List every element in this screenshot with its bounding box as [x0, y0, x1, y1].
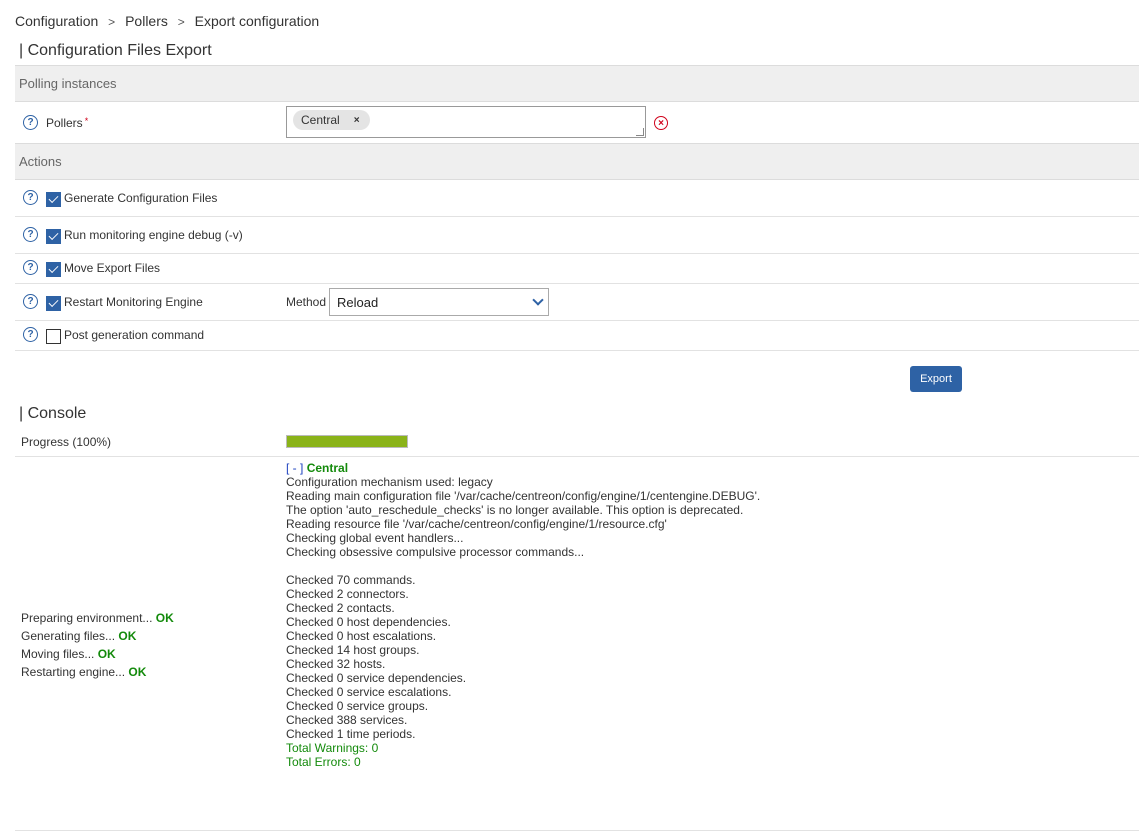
generate-files-label: Generate Configuration Files	[64, 191, 218, 205]
progress-label: Progress (100%)	[21, 435, 112, 449]
action-row-post: ? Post generation command	[15, 321, 1139, 351]
pollers-label: Pollers *	[46, 116, 89, 130]
poller-chip-central: Central ×	[293, 110, 370, 130]
status-ok: OK	[118, 629, 137, 643]
log-line: Checked 32 hosts.	[286, 657, 386, 671]
divider	[15, 456, 1139, 457]
method-select[interactable]: Reload	[329, 288, 549, 316]
pollers-select[interactable]: Central ×	[286, 106, 646, 138]
status-ok: OK	[128, 665, 147, 679]
breadcrumb-item-configuration[interactable]: Configuration	[15, 13, 98, 29]
export-button[interactable]: Export	[910, 366, 962, 392]
progress-bar	[286, 435, 408, 448]
actions-header: Actions	[15, 143, 1139, 180]
help-icon[interactable]: ?	[23, 294, 38, 309]
status-ok: OK	[97, 647, 116, 661]
action-row-generate: ? Generate Configuration Files	[15, 180, 1139, 217]
log-total-errors: Total Errors: 0	[286, 755, 361, 769]
step-restarting: Restarting engine... OK	[21, 665, 147, 679]
step-generating: Generating files... OK	[21, 629, 137, 643]
log-line: Reading main configuration file '/var/ca…	[286, 489, 761, 503]
debug-label: Run monitoring engine debug (-v)	[64, 228, 243, 242]
log-line: Checked 388 services.	[286, 713, 408, 727]
log-line: Checked 0 service dependencies.	[286, 671, 467, 685]
log-line: Checking global event handlers...	[286, 531, 464, 545]
log-line: Checked 0 service groups.	[286, 699, 429, 713]
breadcrumb-separator: >	[177, 15, 185, 29]
log-total-warnings: Total Warnings: 0	[286, 741, 379, 755]
method-selected-value: Reload	[337, 294, 379, 310]
console-log: [ - ] Central Configuration mechanism us…	[286, 461, 760, 769]
help-icon[interactable]: ?	[23, 190, 38, 205]
log-lines: Configuration mechanism used: legacy Read…	[286, 475, 760, 741]
log-server-name: Central	[306, 461, 349, 475]
progress-fill	[287, 436, 407, 447]
log-line: Checked 0 host escalations.	[286, 629, 437, 643]
chevron-down-icon	[532, 294, 544, 306]
poller-chip-label: Central	[301, 113, 340, 127]
log-collapse-toggle[interactable]: [ - ]	[286, 461, 303, 475]
post-command-label: Post generation command	[64, 328, 205, 342]
action-row-restart: ? Restart Monitoring Engine	[15, 284, 1139, 321]
required-mark: *	[84, 116, 89, 126]
polling-instances-title: Polling instances	[19, 76, 117, 91]
move-files-label: Move Export Files	[64, 261, 161, 275]
log-line: The option 'auto_reschedule_checks' is n…	[286, 503, 744, 517]
generate-files-checkbox[interactable]	[46, 192, 61, 207]
debug-checkbox[interactable]	[46, 229, 61, 244]
log-line: Checked 14 host groups.	[286, 643, 420, 657]
log-line: Reading resource file '/var/cache/centre…	[286, 517, 667, 531]
breadcrumb-item-export[interactable]: Export configuration	[195, 13, 320, 29]
log-line: Configuration mechanism used: legacy	[286, 475, 493, 489]
actions-title: Actions	[19, 154, 62, 169]
help-icon[interactable]: ?	[23, 260, 38, 275]
log-line: Checked 1 time periods.	[286, 727, 416, 741]
restart-engine-checkbox[interactable]	[46, 296, 61, 311]
step-moving: Moving files... OK	[21, 647, 116, 661]
log-line: Checked 2 contacts.	[286, 601, 395, 615]
log-line: Checked 0 host dependencies.	[286, 615, 451, 629]
action-row-debug: ? Run monitoring engine debug (-v)	[15, 217, 1139, 254]
help-icon[interactable]: ?	[23, 227, 38, 242]
log-header: [ - ] Central	[286, 461, 760, 475]
restart-engine-label: Restart Monitoring Engine	[64, 295, 203, 309]
log-line: Checked 70 commands.	[286, 573, 416, 587]
status-ok: OK	[155, 611, 174, 625]
move-files-checkbox[interactable]	[46, 262, 61, 277]
export-steps: Preparing environment... OK Generating f…	[21, 609, 174, 681]
pollers-help-icon[interactable]: ?	[23, 115, 38, 130]
divider	[15, 830, 1139, 831]
console-title: | Console	[19, 405, 87, 422]
action-row-move: ? Move Export Files	[15, 254, 1139, 284]
post-command-checkbox[interactable]	[46, 329, 61, 344]
breadcrumb-separator: >	[108, 15, 116, 29]
clear-pollers-icon[interactable]: ×	[654, 116, 668, 130]
log-line: Checked 2 connectors.	[286, 587, 409, 601]
log-line: Checked 0 service escalations.	[286, 685, 452, 699]
method-label: Method	[286, 295, 327, 309]
polling-instances-header: Polling instances	[15, 65, 1139, 102]
page-title: | Configuration Files Export	[19, 42, 212, 59]
step-preparing: Preparing environment... OK	[21, 611, 174, 625]
help-icon[interactable]: ?	[23, 327, 38, 342]
resize-handle-icon[interactable]	[636, 128, 644, 136]
chip-remove-icon[interactable]: ×	[354, 115, 360, 126]
log-line: Checking obsessive compulsive processor …	[286, 545, 585, 559]
breadcrumb: Configuration > Pollers > Export configu…	[15, 13, 319, 29]
breadcrumb-item-pollers[interactable]: Pollers	[125, 13, 168, 29]
